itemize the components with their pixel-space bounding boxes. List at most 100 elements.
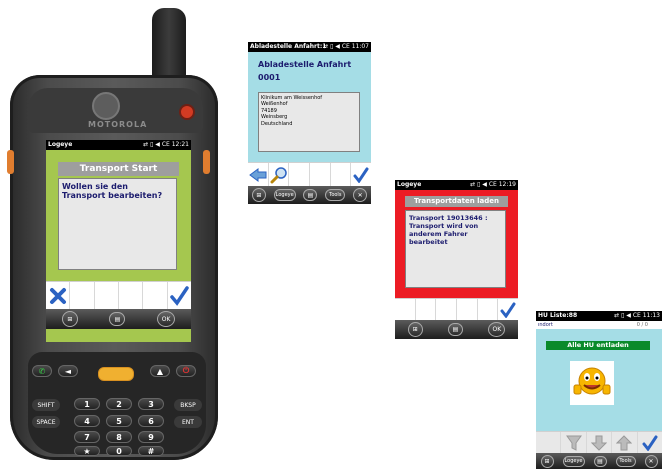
dpad-center-key[interactable] [98,367,134,381]
toolbar-empty-2 [416,299,437,321]
keyboard-icon: ▤ [452,326,459,333]
call-key[interactable]: ✆ [32,365,52,377]
keyboard-button[interactable]: ▤ [303,189,318,201]
address-box: Klinikum am Weissenhof Weißenhof 74189 W… [258,92,360,152]
toolbar-empty-5 [478,299,499,321]
address-line: Deutschland [261,120,293,127]
status-title: Logeye [48,141,73,148]
tools-button[interactable]: Tools [325,189,346,201]
shift-key[interactable]: SHIFT [32,399,60,411]
toolbar-empty-3 [119,282,144,310]
logeye-button[interactable]: Logeye [562,455,585,467]
start-button[interactable]: ⊞ [407,322,423,337]
end-key[interactable]: ⏻ [176,365,196,377]
key-8[interactable]: 8 [106,431,132,443]
keyboard-button[interactable]: ▤ [109,312,126,326]
taskbar: ⊞ Logeye ▤ Tools ✕ [536,453,662,469]
action-toolbar [46,281,191,310]
status-icons: ⇄ ▯ ◀ CE 12:19 [470,181,516,188]
windows-icon: ⊞ [544,457,550,465]
toolbar-empty-3 [436,299,458,321]
key-0[interactable]: 0 [106,446,132,456]
space-key[interactable]: SPACE [32,416,60,428]
left-side-button[interactable] [7,150,14,174]
enter-key[interactable]: ENT [174,416,202,428]
ok-button[interactable]: OK [488,322,506,337]
toolbar-empty-1 [536,432,562,454]
close-button[interactable]: ✕ [644,454,658,468]
status-title: Logeye [397,181,422,188]
left-key[interactable]: ◄ [58,365,78,377]
back-button[interactable] [248,163,269,187]
key-7[interactable]: 7 [74,431,100,443]
close-icon: ✕ [357,191,363,199]
confirm-button[interactable] [498,299,518,321]
arrow-left-icon [248,168,267,182]
panel-title: Transport Start [58,162,179,176]
toolbar-empty-2 [310,163,331,187]
arrow-down-icon [591,435,608,451]
right-side-button[interactable] [203,150,210,174]
screen-transportdaten: Logeye ⇄ ▯ ◀ CE 12:19 Transportdaten lad… [395,180,518,339]
keyboard-icon: ▤ [597,457,603,465]
confirm-button[interactable] [168,282,191,310]
status-banner: Alle HU entladen [546,341,650,350]
status-bar: Logeye ⇄ ▯ ◀ CE 12:21 [46,140,191,150]
toolbar-empty-1 [395,299,416,321]
tools-button[interactable]: Tools [615,455,636,467]
star-key[interactable]: ★ [74,446,100,456]
key-5[interactable]: 5 [106,415,132,427]
start-button[interactable]: ⊞ [540,454,554,468]
key-4[interactable]: 4 [74,415,100,427]
motorola-logo-icon [92,92,120,120]
backspace-key[interactable]: BKSP [174,399,202,411]
action-toolbar [395,298,518,321]
checkmark-icon [170,286,190,306]
screen-abladestelle: Abladestelle Anfahrt:1 ⇄ ▯ ◀ CE 11:07 Ab… [248,42,371,204]
filter-button[interactable] [561,432,587,454]
ok-button[interactable]: OK [157,311,176,327]
close-button[interactable]: ✕ [353,188,368,202]
message-box: Transport 19013646 : Transport wird von … [405,210,506,288]
move-down-button[interactable] [587,432,613,454]
location-number: 0001 [258,73,281,82]
windows-icon: ⊞ [412,326,418,333]
power-led-icon [179,104,195,120]
checkmark-icon [642,435,658,451]
keyboard-button[interactable]: ▤ [447,323,463,336]
toolbar-empty-2 [95,282,119,310]
taskbar: ⊞ ▤ OK [46,309,191,329]
magnifier-icon [270,167,287,184]
checkmark-icon [500,302,516,318]
panel-title: Transportdaten laden [405,196,508,207]
taskbar: ⊞ ▤ OK [395,320,518,339]
key-6[interactable]: 6 [138,415,164,427]
smiley-icon [573,367,611,395]
page-title: Abladestelle Anfahrt [258,60,352,69]
key-9[interactable]: 9 [138,431,164,443]
message-box: Wollen sie den Transport bearbeiten? [58,178,177,270]
keyboard-icon: ▤ [307,191,314,199]
key-3[interactable]: 3 [138,398,164,410]
status-title: Abladestelle Anfahrt:1 [250,43,327,50]
move-up-button[interactable] [612,432,638,454]
status-bar: HU Liste:88 ⇄ ▯ ◀ CE 11:13 [536,311,662,321]
logeye-button[interactable]: Logeye [273,189,296,201]
confirm-button[interactable] [638,432,662,454]
right-key[interactable]: ▲ [150,365,170,377]
start-button[interactable]: ⊞ [61,311,78,327]
hash-key[interactable]: # [138,446,164,456]
cancel-button[interactable] [46,282,71,310]
status-title: HU Liste:88 [538,312,578,319]
start-button[interactable]: ⊞ [251,188,266,202]
counter: 0 / 0 [636,322,648,328]
search-button[interactable] [269,163,290,187]
key-2[interactable]: 2 [106,398,132,410]
action-toolbar [248,162,371,187]
keyboard-button[interactable]: ▤ [593,455,607,467]
status-icons: ⇄ ▯ ◀ CE 12:21 [143,141,189,148]
device-brand: MOTOROLA [88,120,148,129]
confirm-button[interactable] [351,163,371,187]
taskbar: ⊞ Logeye ▤ Tools ✕ [248,186,371,204]
key-1[interactable]: 1 [74,398,100,410]
